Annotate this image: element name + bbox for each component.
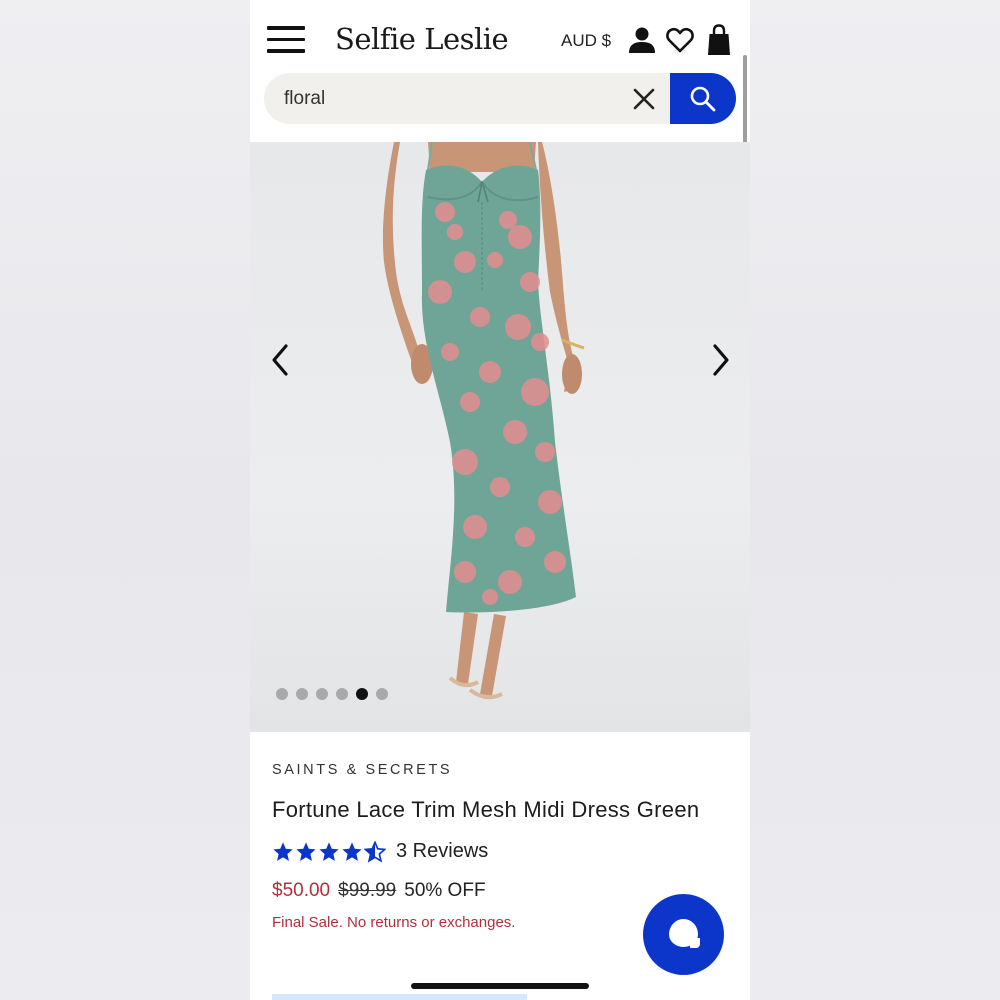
search-button[interactable] [670, 73, 736, 124]
gallery-dot-active[interactable] [356, 688, 368, 700]
chevron-left-icon[interactable] [266, 340, 296, 380]
star-rating [272, 840, 386, 863]
search-icon [690, 86, 716, 112]
site-header: Selfie Leslie AUD $ [250, 0, 750, 142]
mobile-screen: Selfie Leslie AUD $ floral SAINTS & SECR… [250, 0, 750, 1000]
star-icon [296, 841, 316, 861]
gallery-dot[interactable] [296, 688, 308, 700]
product-photo [382, 142, 585, 700]
bottom-banner [272, 994, 527, 1000]
chat-icon [669, 919, 700, 948]
search-input[interactable] [284, 73, 624, 124]
product-rating[interactable]: 3 Reviews [272, 840, 712, 863]
currency-selector[interactable]: AUD $ [561, 31, 611, 51]
chevron-right-icon[interactable] [705, 340, 735, 380]
gallery-dot[interactable] [336, 688, 348, 700]
star-icon [319, 841, 339, 861]
chat-button[interactable] [643, 894, 724, 975]
home-indicator[interactable] [411, 983, 589, 989]
star-icon [273, 841, 293, 861]
background-right [750, 0, 1000, 1000]
product-image-gallery[interactable] [250, 142, 750, 732]
price-row: $50.00 $99.99 50% OFF [272, 880, 712, 902]
product-info: SAINTS & SECRETS Fortune Lace Trim Mesh … [272, 762, 712, 931]
star-icon [342, 841, 362, 861]
user-icon[interactable] [628, 26, 656, 54]
gallery-pagination [276, 688, 388, 700]
reviews-link[interactable]: 3 Reviews [396, 840, 488, 863]
gallery-dot[interactable] [376, 688, 388, 700]
gallery-dot[interactable] [276, 688, 288, 700]
gallery-dot[interactable] [316, 688, 328, 700]
bag-icon[interactable] [707, 24, 731, 56]
background-left [0, 0, 250, 1000]
original-price: $99.99 [338, 880, 397, 901]
sale-price: $50.00 [272, 880, 331, 901]
product-brand[interactable]: SAINTS & SECRETS [272, 762, 712, 778]
product-title: Fortune Lace Trim Mesh Midi Dress Green [272, 797, 700, 822]
close-icon[interactable] [630, 85, 658, 113]
site-logo[interactable]: Selfie Leslie [335, 22, 509, 56]
star-half-icon [364, 840, 386, 863]
discount-label: 50% OFF [404, 880, 486, 901]
heart-icon[interactable] [666, 27, 694, 53]
menu-icon[interactable] [267, 26, 307, 56]
search-bar [264, 73, 736, 124]
